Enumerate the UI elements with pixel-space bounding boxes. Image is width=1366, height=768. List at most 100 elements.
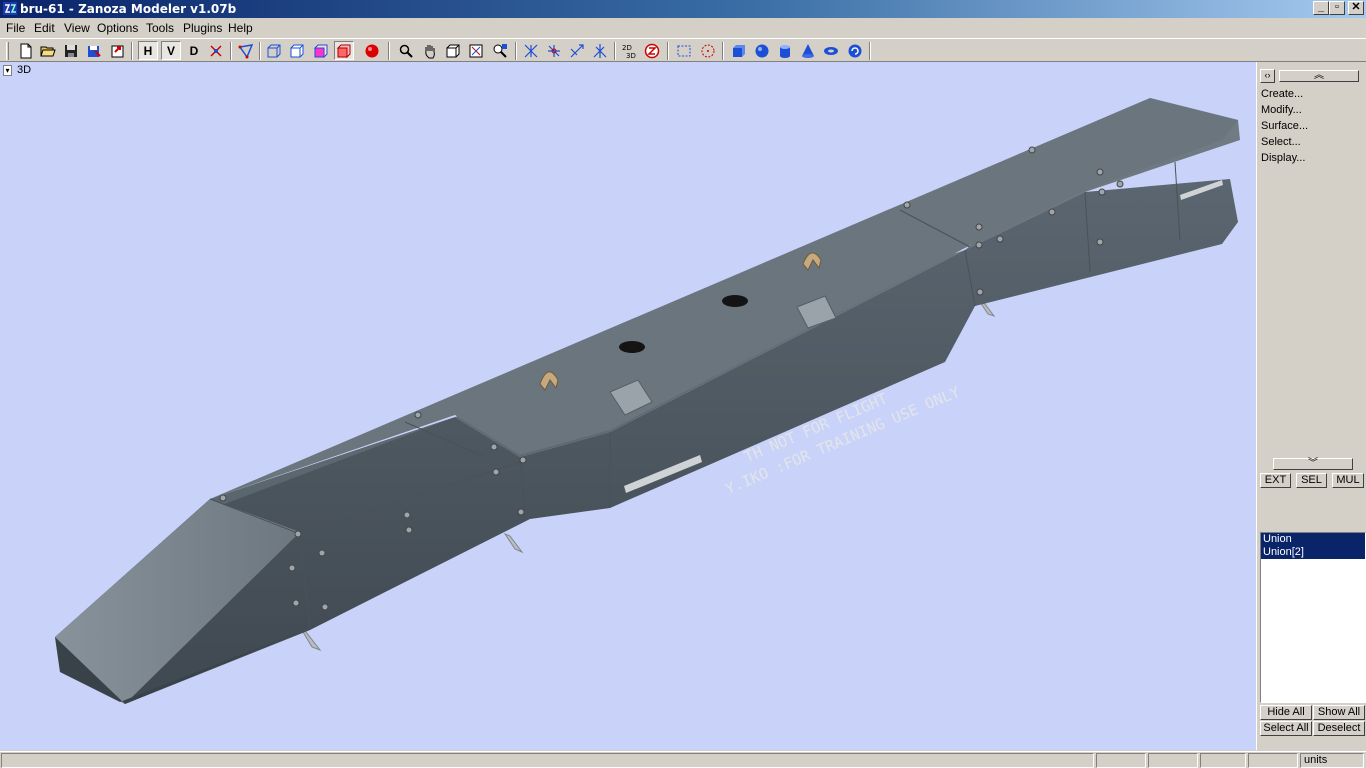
- panel-toggle-button[interactable]: ‹›: [1260, 69, 1275, 83]
- scale-tool-button[interactable]: [567, 41, 587, 60]
- 2d-3d-button[interactable]: 2D 3D: [619, 41, 639, 60]
- sel-mode-button[interactable]: SEL: [1296, 473, 1327, 488]
- zoom-all-icon: [493, 43, 507, 58]
- menu-bar: File Edit View Options Tools Plugins Hel…: [0, 18, 1366, 38]
- minimize-button[interactable]: _: [1313, 1, 1329, 15]
- title-bar: bru-61 - Zanoza Modeler v1.07b _ ▫ ✕: [0, 0, 1366, 18]
- move-tool-button[interactable]: [521, 41, 541, 60]
- view-d-button[interactable]: D: [184, 41, 204, 60]
- menu-edit[interactable]: Edit: [34, 21, 55, 35]
- object-list[interactable]: Union Union[2]: [1260, 532, 1366, 703]
- select-rect-button[interactable]: [674, 41, 694, 60]
- menu-options[interactable]: Options: [97, 21, 138, 35]
- toolbar-separator: [259, 42, 261, 60]
- status-cell: [1148, 753, 1198, 768]
- pan-button[interactable]: [420, 41, 440, 60]
- save-button[interactable]: [61, 41, 81, 60]
- panel-menu-modify[interactable]: Modify...: [1261, 104, 1302, 117]
- bomb-rack-model[interactable]: TH NOT FOR FLIGHT Y.IKO :FOR TRAINING US…: [0, 62, 1256, 750]
- svg-text:3D: 3D: [626, 52, 636, 59]
- maximize-button[interactable]: ▫: [1329, 1, 1345, 15]
- list-item[interactable]: Union: [1261, 533, 1365, 546]
- zanoza-button[interactable]: [642, 41, 662, 60]
- panel-menu-select[interactable]: Select...: [1261, 136, 1301, 149]
- new-file-button[interactable]: [16, 41, 36, 60]
- new-file-icon: [20, 43, 32, 58]
- toolbar-separator: [515, 42, 517, 60]
- cube-flat-button[interactable]: [311, 41, 331, 60]
- toolbar-separator: [667, 42, 669, 60]
- mirror-tool-button[interactable]: [590, 41, 610, 60]
- create-spiral-button[interactable]: [845, 41, 865, 60]
- menu-plugins[interactable]: Plugins: [183, 21, 222, 35]
- create-cylinder-button[interactable]: [775, 41, 795, 60]
- export-button[interactable]: [108, 41, 128, 60]
- create-cone-button[interactable]: [798, 41, 818, 60]
- view-h-button[interactable]: H: [138, 41, 158, 60]
- status-bar: units: [0, 751, 1366, 768]
- show-all-button[interactable]: Show All: [1313, 705, 1365, 720]
- view-v-button[interactable]: V: [161, 41, 181, 60]
- rotate-view-button[interactable]: [443, 41, 463, 60]
- edge-tool-button[interactable]: [236, 41, 256, 60]
- hide-all-button[interactable]: Hide All: [1260, 705, 1312, 720]
- viewport-3d[interactable]: ▾ 3D TH NOT FOR FLIGHT Y.IKO:FOR TRAINI…: [0, 62, 1256, 750]
- blue-cone-icon: [802, 43, 814, 58]
- cube-smooth-button[interactable]: [334, 41, 354, 60]
- status-cell: [1200, 753, 1246, 768]
- panel-menu-display[interactable]: Display...: [1261, 152, 1305, 165]
- ext-mode-button[interactable]: EXT: [1260, 473, 1291, 488]
- panel-menu-surface[interactable]: Surface...: [1261, 120, 1308, 133]
- hidden-cube-icon: [290, 44, 304, 57]
- panel-menu-create[interactable]: Create...: [1261, 88, 1303, 101]
- toolbar-grip[interactable]: [6, 42, 9, 60]
- view-d-label: D: [189, 43, 199, 58]
- select-circle-icon: [701, 44, 715, 57]
- menu-help[interactable]: Help: [228, 21, 253, 35]
- open-file-button[interactable]: [38, 41, 58, 60]
- scatter-points-button[interactable]: [206, 41, 226, 60]
- zoom-region-button[interactable]: [466, 41, 486, 60]
- collapse-up-button[interactable]: ︽: [1279, 70, 1359, 82]
- zoom-button[interactable]: [396, 41, 416, 60]
- select-circle-button[interactable]: [698, 41, 718, 60]
- flat-cube-icon: [313, 44, 328, 58]
- blue-box-icon: [733, 44, 745, 57]
- list-item[interactable]: Union[2]: [1261, 546, 1365, 559]
- units-status: units: [1300, 753, 1364, 768]
- save-as-icon: [88, 45, 101, 57]
- rotate-tool-button[interactable]: [544, 41, 564, 60]
- menu-tools[interactable]: Tools: [146, 21, 174, 35]
- material-sphere-button[interactable]: [362, 41, 382, 60]
- rack-hole: [619, 341, 645, 353]
- select-all-button[interactable]: Select All: [1260, 721, 1312, 736]
- blue-spiral-icon: [848, 44, 862, 57]
- command-panel: ‹› ︽ Create... Modify... Surface... Sele…: [1256, 62, 1366, 750]
- zoom-all-button[interactable]: [490, 41, 510, 60]
- box-view-icon: [446, 44, 460, 57]
- cube-hidden-button[interactable]: [287, 41, 307, 60]
- close-button[interactable]: ✕: [1348, 1, 1364, 15]
- save-as-button[interactable]: [84, 41, 104, 60]
- toolbar-separator: [230, 42, 232, 60]
- collapse-down-button[interactable]: ︾: [1273, 458, 1353, 470]
- smooth-cube-icon: [336, 44, 351, 58]
- rack-hole: [722, 295, 748, 307]
- menu-file[interactable]: File: [6, 21, 25, 35]
- create-box-button[interactable]: [729, 41, 749, 60]
- create-sphere-button[interactable]: [752, 41, 772, 60]
- app-icon: [3, 2, 17, 15]
- select-rect-icon: [677, 45, 691, 56]
- toolbar: H V D 2D 3D: [0, 38, 1366, 62]
- create-torus-button[interactable]: [821, 41, 841, 60]
- toolbar-separator: [869, 42, 871, 60]
- cube-wire-button[interactable]: [264, 41, 284, 60]
- mul-mode-button[interactable]: MUL: [1332, 473, 1364, 488]
- blue-torus-icon: [824, 46, 838, 55]
- deselect-button[interactable]: Deselect: [1313, 721, 1365, 736]
- export-icon: [111, 45, 124, 57]
- blue-cylinder-icon: [780, 44, 790, 58]
- magnifier-icon: [399, 44, 413, 58]
- menu-view[interactable]: View: [64, 21, 90, 35]
- open-folder-icon: [40, 46, 56, 56]
